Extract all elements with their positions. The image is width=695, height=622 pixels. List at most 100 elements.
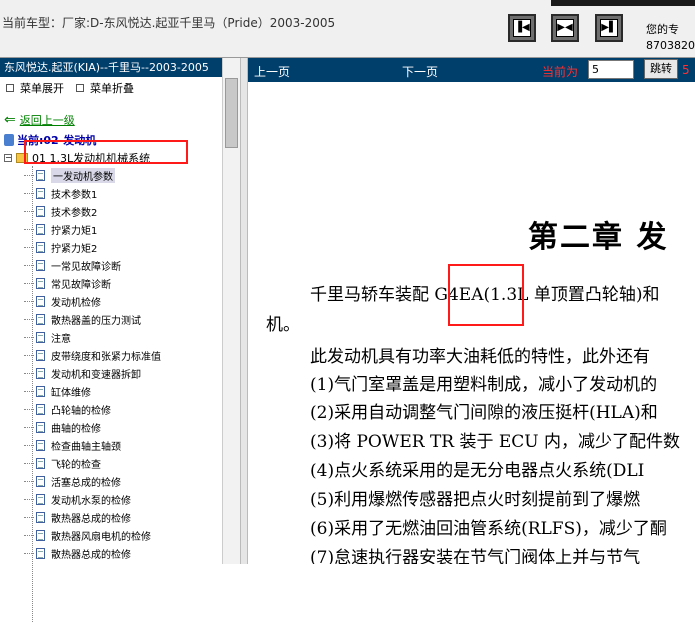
contact-info: 您的专 8703820	[646, 22, 695, 54]
tree-item-label: 凸轮轴的检修	[51, 405, 111, 417]
tree-item-label: 拧紧力矩1	[51, 225, 98, 237]
split-view-icon: ▶◀	[556, 19, 574, 37]
highlight-box-engine-code	[448, 264, 524, 326]
tree-connector	[24, 174, 34, 176]
tree-item[interactable]: 缸体维修	[24, 382, 161, 400]
tree-connector	[24, 354, 34, 356]
next-page-icon: ▶▌	[600, 19, 618, 37]
total-pages: 5	[682, 63, 690, 77]
document-icon	[36, 205, 45, 217]
tree-connector	[24, 552, 34, 554]
tree-item[interactable]: 拧紧力矩2	[24, 238, 161, 256]
document-icon	[36, 169, 45, 181]
highlight-box-folder	[24, 140, 188, 164]
tree-item[interactable]: 发动机检修	[24, 292, 161, 310]
tree-item[interactable]: 散热器总成的检修	[24, 544, 161, 562]
tree-item[interactable]: 发动机水泵的检修	[24, 490, 161, 508]
document-icon	[36, 313, 45, 325]
tree-item[interactable]: 技术参数2	[24, 202, 161, 220]
page-navigation-bar: 上一页 下一页 当前为 跳转 5	[248, 58, 695, 82]
left-navigation-panel: 东风悦达.起亚(KIA)--千里马--2003-2005 菜单展开 菜单折叠 ⇐…	[0, 58, 240, 622]
tree-item[interactable]: 发动机和变速器拆卸	[24, 364, 161, 382]
tree-item-label: 技术参数1	[51, 189, 98, 201]
doc-line: 机。	[266, 315, 300, 335]
tree-item-label: 缸体维修	[51, 387, 91, 399]
tree-item[interactable]: 技术参数1	[24, 184, 161, 202]
tree-item[interactable]: 活塞总成的检修	[24, 472, 161, 490]
next-page-link[interactable]: 下一页	[402, 63, 438, 80]
page-number-input[interactable]	[588, 60, 634, 79]
back-arrow-icon: ⇐	[4, 112, 16, 128]
menu-collapse-button[interactable]: 菜单折叠	[76, 80, 134, 96]
tree-connector	[24, 210, 34, 212]
tree-connector	[24, 534, 34, 536]
panel-splitter[interactable]	[240, 58, 248, 564]
tree-connector	[24, 318, 34, 320]
tree-item-label: 一常见故障诊断	[51, 261, 121, 273]
document-icon	[36, 277, 45, 289]
menu-collapse-label: 菜单折叠	[90, 82, 134, 95]
document-icon	[36, 223, 45, 235]
tree-item-label: 飞轮的检查	[51, 459, 101, 471]
doc-line: (5)利用爆燃传感器把点火时刻提前到了爆燃	[310, 490, 641, 510]
computer-icon	[4, 134, 14, 146]
document-icon	[36, 403, 45, 415]
tree-item[interactable]: 一发动机参数	[24, 166, 161, 184]
tree-item[interactable]: 凸轮轴的检修	[24, 400, 161, 418]
contact-line-2: 8703820	[646, 39, 695, 52]
document-icon	[36, 295, 45, 307]
tree-connector	[24, 228, 34, 230]
doc-line: (1)气门室罩盖是用塑料制成，减小了发动机的	[310, 375, 658, 395]
tree-item[interactable]: 检查曲轴主轴颈	[24, 436, 161, 454]
document-icon	[36, 511, 45, 523]
tree-item[interactable]: 一常见故障诊断	[24, 256, 161, 274]
prev-page-link[interactable]: 上一页	[254, 63, 290, 80]
tree-item[interactable]: 注意	[24, 328, 161, 346]
tree-connector	[24, 480, 34, 482]
tree-item-label: 发动机水泵的检修	[51, 495, 131, 507]
current-page-label: 当前为	[542, 65, 579, 79]
tree-item[interactable]: 皮带绕度和张紧力标准值	[24, 346, 161, 364]
document-icon	[36, 475, 45, 487]
left-scrollbar-thumb[interactable]	[225, 78, 238, 148]
collapse-node-icon[interactable]: −	[4, 154, 12, 162]
expand-icon	[6, 84, 14, 92]
back-link[interactable]: ⇐ 返回上一级	[4, 112, 75, 128]
menu-expand-button[interactable]: 菜单展开	[6, 80, 64, 96]
menu-expand-label: 菜单展开	[20, 82, 64, 95]
next-page-tool-button[interactable]: ▶▌	[595, 14, 623, 42]
tree-item[interactable]: 拧紧力矩1	[24, 220, 161, 238]
tree-item-label: 发动机和变速器拆卸	[51, 369, 141, 381]
tree-item-label: 一发动机参数	[51, 167, 115, 183]
document-icon	[36, 421, 45, 433]
tree-item-label: 散热器总成的检修	[51, 513, 131, 525]
document-icon	[36, 439, 45, 451]
document-icon	[36, 241, 45, 253]
tree-items: 一发动机参数 技术参数1 技术参数2 拧紧力矩1 拧紧力矩2 一常见故障诊断 常见故障诊断发…	[24, 166, 161, 562]
document-icon	[36, 529, 45, 541]
prev-page-icon: ▐◀	[513, 19, 531, 37]
prev-page-tool-button[interactable]: ▐◀	[508, 14, 536, 42]
tree-connector	[24, 372, 34, 374]
left-scrollbar[interactable]	[222, 58, 240, 564]
tree-item-label: 常见故障诊断	[51, 279, 111, 291]
document-icon	[36, 367, 45, 379]
tree-item[interactable]: 散热器盖的压力测试	[24, 310, 161, 328]
doc-line: (3)将 POWER TR 装于 ECU 内，减少了配件数	[310, 432, 681, 452]
tree-connector	[24, 336, 34, 338]
jump-button[interactable]: 跳转	[644, 59, 678, 79]
tree-item-label: 散热器总成的检修	[51, 549, 131, 561]
left-panel-header: 东风悦达.起亚(KIA)--千里马--2003-2005	[0, 58, 222, 77]
tree-connector	[24, 498, 34, 500]
split-view-tool-button[interactable]: ▶◀	[551, 14, 579, 42]
tree-connector	[24, 462, 34, 464]
tree-item[interactable]: 散热器风扇电机的检修	[24, 526, 161, 544]
tree-item[interactable]: 飞轮的检查	[24, 454, 161, 472]
tree-item-label: 检查曲轴主轴颈	[51, 441, 121, 453]
tree-connector	[24, 426, 34, 428]
document-icon	[36, 259, 45, 271]
tree-item[interactable]: 曲轴的检修	[24, 418, 161, 436]
tree-item[interactable]: 常见故障诊断	[24, 274, 161, 292]
doc-line: (2)采用自动调整气门间隙的液压挺杆(HLA)和	[310, 403, 658, 423]
tree-item[interactable]: 散热器总成的检修	[24, 508, 161, 526]
